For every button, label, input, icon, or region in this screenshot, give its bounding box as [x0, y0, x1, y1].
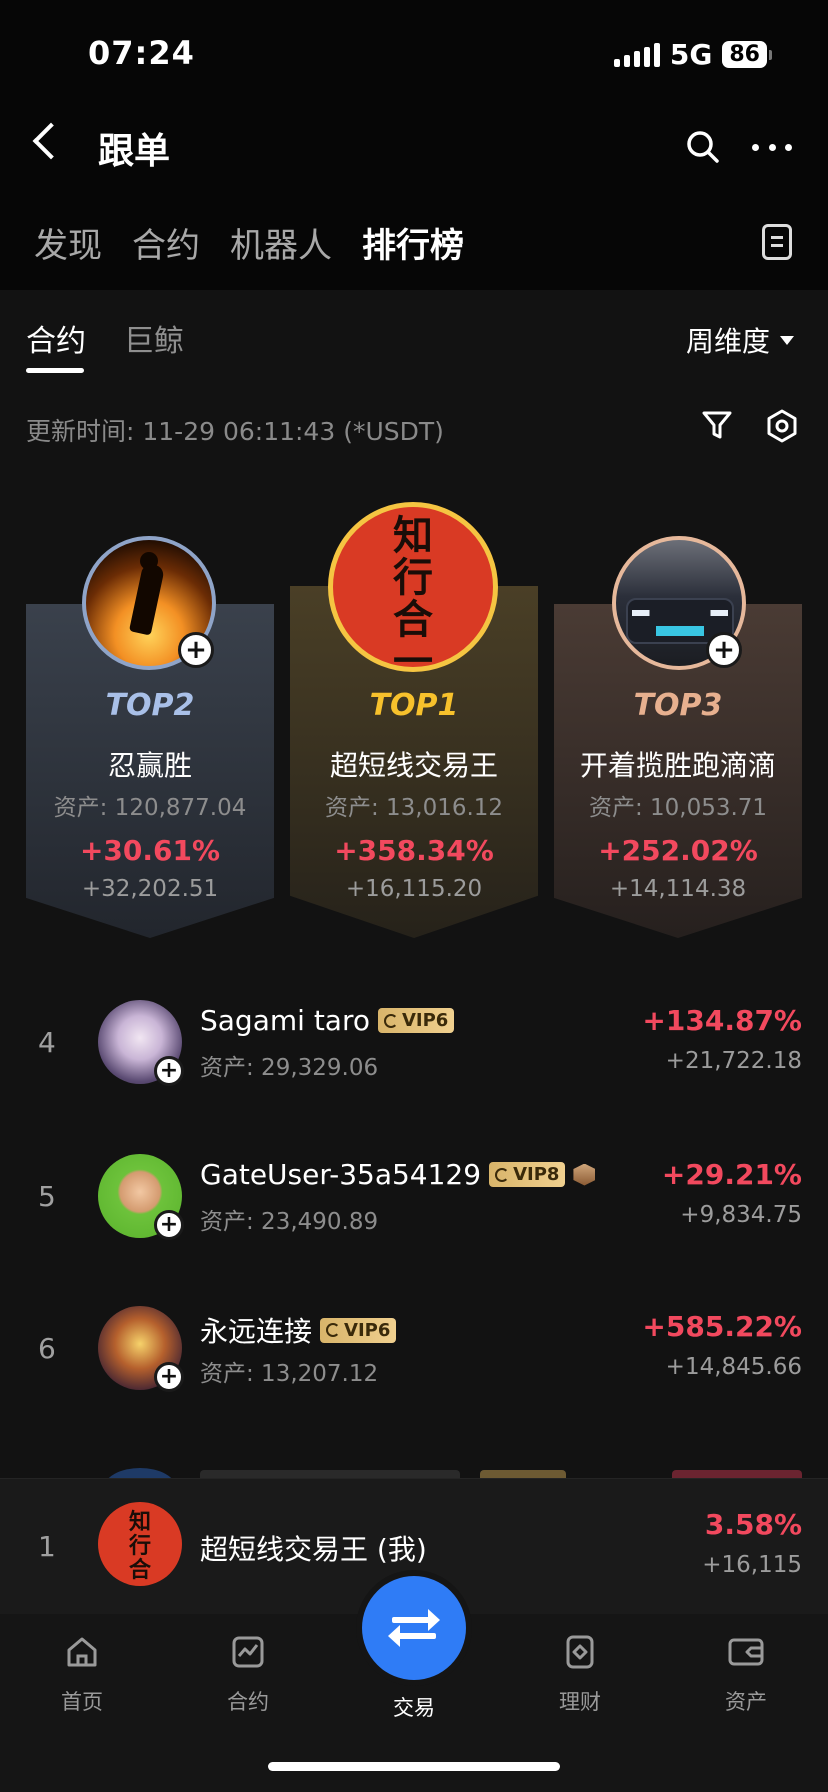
- row-name: GateUser-35a54129 VIP8: [200, 1158, 596, 1191]
- search-icon[interactable]: [686, 130, 720, 164]
- wallet-icon: [728, 1638, 764, 1666]
- home-icon: [67, 1637, 97, 1667]
- avatar-calligraphy: 知行合一: [128, 1509, 151, 1586]
- vip-badge: VIP8: [489, 1162, 566, 1187]
- row-rank: 4: [38, 1026, 56, 1059]
- nav-label: 首页: [61, 1690, 103, 1714]
- list-item-partial: [0, 1464, 828, 1478]
- follow-plus-icon[interactable]: +: [154, 1362, 184, 1392]
- avatar-top1[interactable]: 知行合一: [328, 502, 498, 672]
- document-icon[interactable]: [762, 224, 792, 260]
- trader-name: GateUser-35a54129: [200, 1158, 482, 1191]
- trader-name: 忍赢胜: [107, 749, 192, 782]
- trader-return-pct: +29.21%: [661, 1158, 802, 1191]
- page-title: 跟单: [98, 131, 171, 172]
- swap-icon: [392, 1609, 440, 1631]
- chart-icon: [232, 1636, 264, 1668]
- trader-return-pct: +252.02%: [598, 834, 758, 867]
- trader-pnl: +16,115.20: [345, 876, 483, 902]
- nav-label: 理财: [559, 1690, 601, 1714]
- trader-return-pct: +134.87%: [642, 1004, 802, 1037]
- settings-icon[interactable]: [764, 408, 800, 444]
- rank-label-top1: TOP1: [369, 688, 459, 723]
- nav-label: 合约: [227, 1690, 269, 1714]
- period-label: 周维度: [685, 325, 770, 358]
- subtab-contract[interactable]: 合约: [26, 316, 86, 360]
- vip-badge: VIP6: [377, 1008, 455, 1033]
- signal-icon: [613, 42, 660, 67]
- network-type: 5G: [669, 38, 713, 71]
- battery-level: 86: [722, 41, 767, 68]
- nav-home[interactable]: 首页: [27, 1634, 137, 1716]
- nav-label-trade: 交易: [393, 1696, 435, 1720]
- my-name: 超短线交易王 (我): [200, 1533, 427, 1566]
- trader-name: 超短线交易王: [329, 749, 498, 782]
- row-name: Sagami taro VIP6: [200, 1004, 455, 1037]
- my-rank: 1: [38, 1530, 56, 1563]
- tab-contract[interactable]: 合约: [132, 218, 200, 267]
- trader-return-pct: +358.34%: [334, 834, 494, 867]
- nav-assets[interactable]: 资产: [691, 1634, 801, 1716]
- home-indicator: [268, 1762, 560, 1771]
- my-pnl: +16,115: [702, 1552, 802, 1578]
- tab-leaderboard[interactable]: 排行榜: [362, 218, 464, 267]
- status-time: 07:24: [88, 34, 195, 72]
- row-rank: 5: [38, 1180, 56, 1213]
- row-name: 永远连接 VIP6: [200, 1310, 397, 1350]
- my-avatar[interactable]: 知行合一: [98, 1502, 182, 1586]
- nav-finance[interactable]: 理财: [525, 1634, 635, 1716]
- rank-label-top3: TOP3: [633, 688, 723, 723]
- gem-badge-icon: [573, 1163, 596, 1186]
- status-indicators: 5G 86: [613, 38, 772, 71]
- subtab-whale[interactable]: 巨鲸: [124, 316, 184, 360]
- battery-icon: 86: [722, 41, 772, 68]
- follow-plus-icon[interactable]: +: [178, 632, 214, 668]
- follow-plus-icon[interactable]: +: [706, 632, 742, 668]
- trader-asset: 资产: 120,877.04: [53, 795, 247, 821]
- trader-asset: 资产: 13,207.12: [200, 1361, 379, 1387]
- trader-return-pct: +30.61%: [79, 834, 221, 867]
- follow-plus-icon[interactable]: +: [154, 1210, 184, 1240]
- more-icon[interactable]: [752, 130, 792, 164]
- caret-down-icon: [780, 335, 794, 345]
- trader-pnl: +9,834.75: [680, 1202, 802, 1228]
- follow-plus-icon[interactable]: +: [154, 1056, 184, 1086]
- tab-discover[interactable]: 发现: [34, 218, 102, 267]
- trade-button[interactable]: [362, 1576, 466, 1680]
- trader-return-pct: +585.22%: [642, 1310, 802, 1343]
- trader-pnl: +32,202.51: [81, 876, 219, 902]
- period-dropdown[interactable]: 周维度: [686, 320, 794, 360]
- filter-icon[interactable]: [700, 408, 734, 442]
- my-return-pct: 3.58%: [704, 1508, 802, 1541]
- trader-pnl: +14,114.38: [609, 876, 747, 902]
- rank-label-top2: TOP2: [105, 688, 195, 723]
- vip-badge: VIP6: [320, 1317, 397, 1343]
- avatar-calligraphy: 知行合一: [393, 512, 433, 672]
- trader-pnl: +21,722.18: [665, 1048, 802, 1074]
- top-tabs: 发现 合约 机器人 排行榜: [34, 218, 464, 267]
- trader-asset: 资产: 23,490.89: [200, 1209, 379, 1235]
- active-tab-underline: [26, 368, 84, 373]
- trader-asset: 资产: 29,329.06: [200, 1055, 379, 1081]
- tab-bot[interactable]: 机器人: [230, 218, 332, 267]
- finance-icon: [566, 1635, 594, 1669]
- nav-contract[interactable]: 合约: [193, 1634, 303, 1716]
- trader-name: 开着揽胜跑滴滴: [579, 749, 776, 782]
- trader-name: 永远连接: [200, 1315, 313, 1348]
- trader-name: Sagami taro: [200, 1004, 370, 1037]
- sub-tabs: 合约 巨鲸: [26, 316, 184, 360]
- trader-pnl: +14,845.66: [665, 1354, 802, 1380]
- trader-asset: 资产: 13,016.12: [324, 795, 504, 821]
- trader-asset: 资产: 10,053.71: [588, 795, 768, 821]
- nav-label: 资产: [725, 1690, 767, 1714]
- row-rank: 6: [38, 1332, 56, 1365]
- update-time: 更新时间: 11-29 06:11:43 (*USDT): [26, 417, 444, 446]
